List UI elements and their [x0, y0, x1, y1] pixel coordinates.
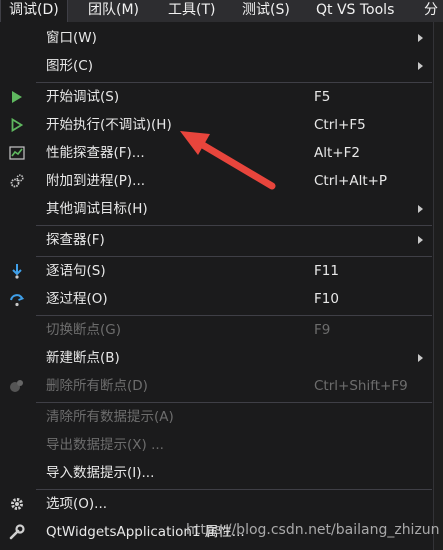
watermark-text: https://blog.csdn.net/bailang_zhizun	[186, 522, 440, 538]
red-arrow-annotation	[180, 131, 276, 190]
